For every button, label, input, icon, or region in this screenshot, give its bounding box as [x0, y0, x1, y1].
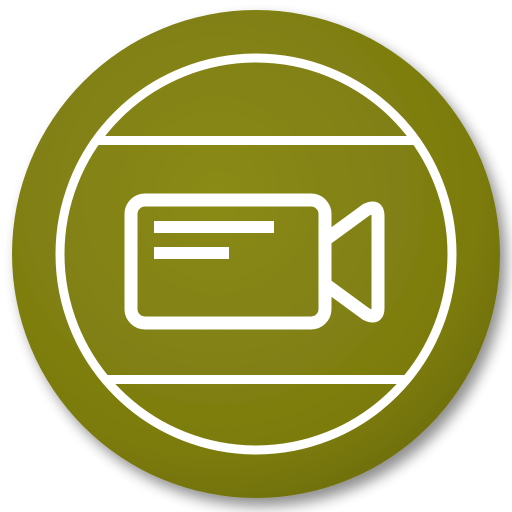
screen-line-long: [154, 221, 274, 233]
icon-background-disc: [12, 10, 500, 498]
icon-stage: [0, 0, 512, 512]
video-camera-app-icon[interactable]: [0, 0, 512, 512]
top-band-line: [60, 136, 452, 145]
screen-line-short: [154, 247, 229, 259]
